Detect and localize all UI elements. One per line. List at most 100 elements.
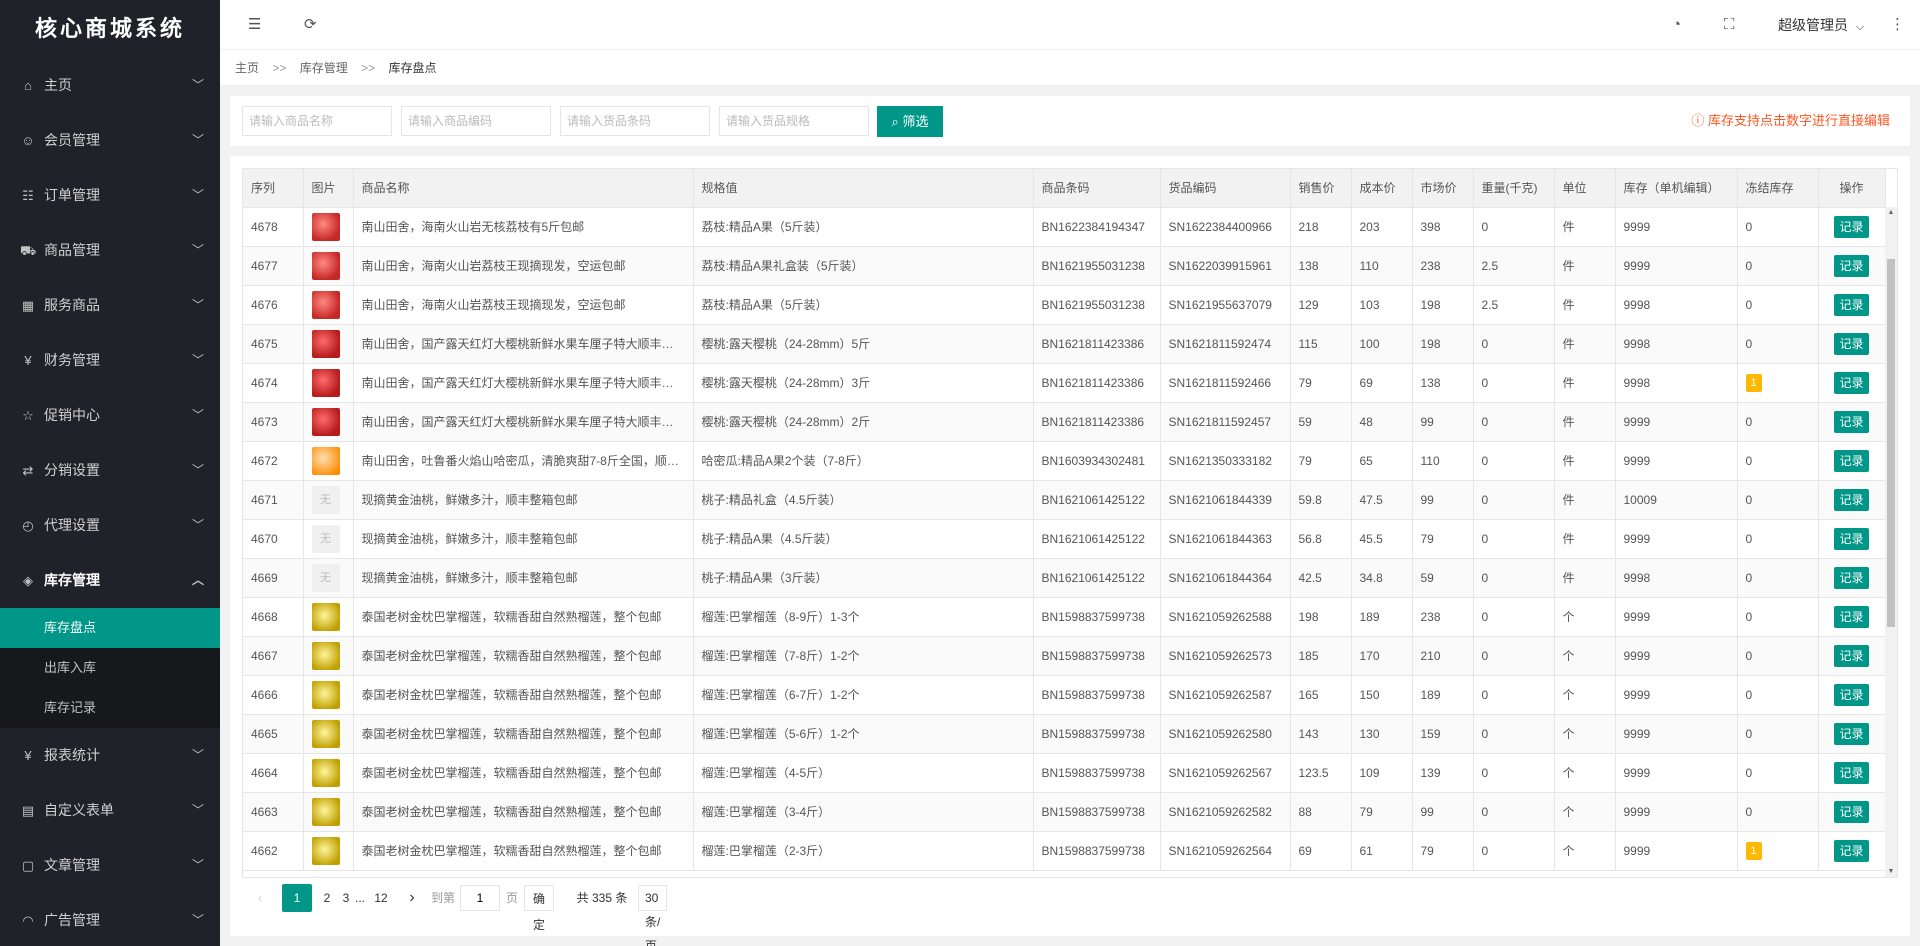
product-code-input[interactable] — [401, 106, 551, 136]
cell-market: 159 — [1412, 714, 1474, 754]
sidebar-item[interactable]: ⌂ 主页 ﹀ — [0, 58, 220, 113]
cell-stock[interactable]: 10009 — [1615, 480, 1738, 520]
cell-stock[interactable]: 9999 — [1615, 753, 1738, 793]
next-page-icon[interactable]: › — [402, 884, 422, 912]
barcode-input[interactable] — [560, 106, 710, 136]
record-button[interactable]: 记录 — [1834, 527, 1869, 550]
page-12[interactable]: 12 — [366, 884, 396, 912]
action-cell: 记录 — [1818, 753, 1886, 793]
sidebar-item[interactable]: ▤ 自定义表单 ﹀ — [0, 783, 220, 838]
cell-stock[interactable]: 9998 — [1615, 363, 1738, 403]
submenu-item[interactable]: 出库入库 — [0, 648, 220, 688]
cell-cost: 203 — [1351, 207, 1413, 247]
cell-unit: 个 — [1554, 714, 1616, 754]
table-header-row: 序列 图片 商品名称 规格值 商品条码 货品编码 销售价 成本价 市场价 重量(千克) 单位 库存（单… — [243, 169, 1886, 208]
cell-name: 南山田舍，国产露天红灯大樱桃新鲜水果车厘子特大顺丰包邮 — [353, 363, 694, 403]
user-menu[interactable]: 超级管理员 ⌵ — [1778, 0, 1864, 50]
action-cell: 记录 — [1818, 285, 1886, 325]
cell-stock[interactable]: 9999 — [1615, 207, 1738, 247]
record-button[interactable]: 记录 — [1834, 761, 1869, 784]
cell-stock[interactable]: 9999 — [1615, 402, 1738, 442]
vertical-scrollbar[interactable]: ▲ ▼ — [1885, 207, 1897, 877]
cell-stock[interactable]: 9999 — [1615, 597, 1738, 637]
page-size-select[interactable]: 30 条/页 ⌵ — [638, 885, 668, 946]
record-button[interactable]: 记录 — [1834, 449, 1869, 472]
sidebar-item[interactable]: ⇄ 分销设置 ﹀ — [0, 443, 220, 498]
frozen-stock-cell: 1 — [1737, 363, 1819, 403]
record-button[interactable]: 记录 — [1834, 722, 1869, 745]
cell-weight: 0 — [1473, 831, 1555, 871]
sidebar-item[interactable]: ¥ 报表统计 ﹀ — [0, 728, 220, 783]
sidebar-item[interactable]: ◈ 库存管理 ︿ — [0, 553, 220, 608]
cell-weight: 0 — [1473, 597, 1555, 637]
table-row: 4675 南山田舍，国产露天红灯大樱桃新鲜水果车厘子特大顺丰包邮 樱桃:露天樱桃（2… — [243, 324, 1886, 364]
more-icon[interactable]: ⋮ — [1890, 0, 1905, 50]
cell-stock[interactable]: 9999 — [1615, 636, 1738, 676]
sidebar-item[interactable]: ¥ 财务管理 ﹀ — [0, 333, 220, 388]
sidebar-item[interactable]: ▦ 服务商品 ﹀ — [0, 278, 220, 333]
yen-icon: ¥ — [24, 748, 32, 763]
cell-stock[interactable]: 9999 — [1615, 246, 1738, 286]
sidebar-item[interactable]: ◠ 广告管理 ﹀ — [0, 893, 220, 946]
record-button[interactable]: 记录 — [1834, 800, 1869, 823]
cell-stock[interactable]: 9999 — [1615, 675, 1738, 715]
submenu-item[interactable]: 库存记录 — [0, 688, 220, 728]
record-button[interactable]: 记录 — [1834, 332, 1869, 355]
sidebar-item-label: 财务管理 — [44, 352, 100, 368]
breadcrumb-home[interactable]: 主页 — [235, 61, 259, 75]
goto-confirm-button[interactable]: 确定 — [524, 885, 555, 932]
record-button[interactable]: 记录 — [1834, 410, 1869, 433]
table-scroll-area[interactable]: 序列 图片 商品名称 规格值 商品条码 货品编码 销售价 成本价 市场价 重量(千克) 单位 库存（单… — [242, 168, 1898, 878]
column-header: 冻结库存 — [1737, 169, 1819, 208]
product-thumbnail-cell — [303, 207, 354, 247]
record-button[interactable]: 记录 — [1834, 215, 1869, 238]
record-button[interactable]: 记录 — [1834, 839, 1869, 862]
page-1[interactable]: 1 — [282, 884, 312, 912]
product-name-input[interactable] — [242, 106, 392, 136]
record-button[interactable]: 记录 — [1834, 371, 1869, 394]
fullscreen-icon[interactable]: ⛶ — [1724, 0, 1735, 50]
sidebar-item[interactable]: ⛟ 商品管理 ﹀ — [0, 223, 220, 278]
cell-stock[interactable]: 9999 — [1615, 519, 1738, 559]
rss-icon: ◠ — [22, 913, 34, 928]
cell-stock[interactable]: 9998 — [1615, 558, 1738, 598]
cell-stock[interactable]: 9999 — [1615, 831, 1738, 871]
theme-icon[interactable]: ◔ — [1672, 0, 1681, 50]
spec-input[interactable] — [719, 106, 869, 136]
sidebar-item[interactable]: ▢ 文章管理 ﹀ — [0, 838, 220, 893]
action-cell: 记录 — [1818, 597, 1886, 637]
record-button[interactable]: 记录 — [1834, 644, 1869, 667]
scroll-down-icon[interactable]: ▼ — [1887, 868, 1895, 875]
sidebar-item[interactable]: ◴ 代理设置 ﹀ — [0, 498, 220, 553]
prev-page-icon[interactable]: ‹ — [250, 884, 270, 912]
record-button[interactable]: 记录 — [1834, 293, 1869, 316]
refresh-icon[interactable]: ⟳ — [304, 0, 317, 50]
cell-stock[interactable]: 9999 — [1615, 441, 1738, 481]
breadcrumb-inventory[interactable]: 库存管理 — [300, 61, 348, 75]
cell-stock[interactable]: 9998 — [1615, 285, 1738, 325]
record-button[interactable]: 记录 — [1834, 566, 1869, 589]
sidebar-item[interactable]: ☺ 会员管理 ﹀ — [0, 113, 220, 168]
filter-button[interactable]: ⌕ 筛选 — [877, 106, 943, 137]
cell-barcode: BN1598837599738 — [1033, 753, 1161, 793]
cell-stock[interactable]: 9998 — [1615, 324, 1738, 364]
filter-bar: ⌕ 筛选 ⓘ 库存支持点击数字进行直接编辑 — [230, 96, 1910, 146]
sidebar-item[interactable]: ☷ 订单管理 ﹀ — [0, 168, 220, 223]
goto-page-input[interactable] — [460, 885, 500, 911]
cell-market: 198 — [1412, 285, 1474, 325]
cell-stock[interactable]: 9999 — [1615, 792, 1738, 832]
record-button[interactable]: 记录 — [1834, 254, 1869, 277]
sidebar-item[interactable]: ☆ 促销中心 ﹀ — [0, 388, 220, 443]
cell-stock[interactable]: 9999 — [1615, 714, 1738, 754]
cell-sale: 79 — [1290, 363, 1352, 403]
submenu-item[interactable]: 库存盘点 — [0, 608, 220, 648]
scrollbar-thumb[interactable] — [1887, 259, 1895, 627]
product-thumbnail-cell — [303, 597, 354, 637]
record-button[interactable]: 记录 — [1834, 683, 1869, 706]
cell-code: SN1621059262573 — [1160, 636, 1291, 676]
scroll-up-icon[interactable]: ▲ — [1887, 209, 1895, 216]
record-button[interactable]: 记录 — [1834, 605, 1869, 628]
record-button[interactable]: 记录 — [1834, 488, 1869, 511]
menu-toggle-icon[interactable]: ☰ — [248, 0, 261, 50]
cell-name: 泰国老树金枕巴掌榴莲，软糯香甜自然熟榴莲，整个包邮 — [353, 597, 694, 637]
